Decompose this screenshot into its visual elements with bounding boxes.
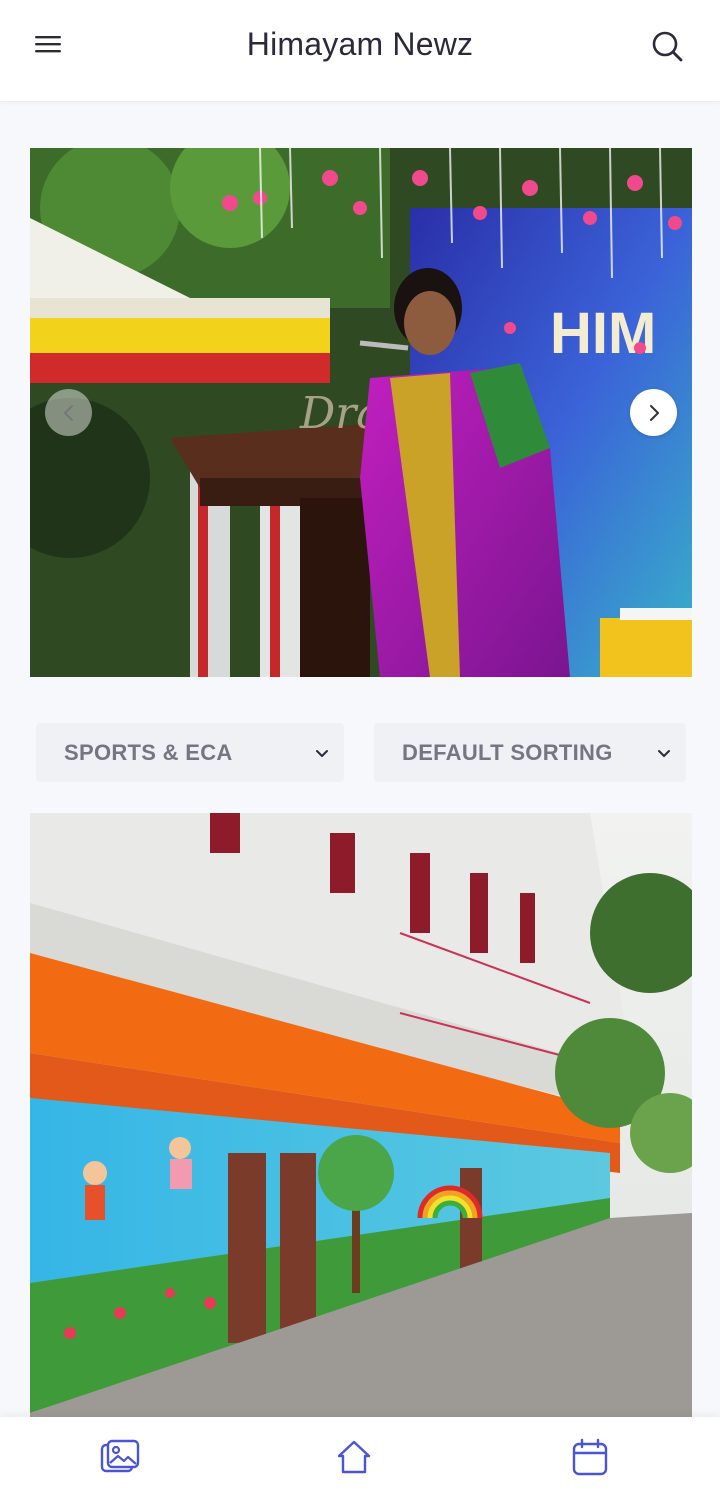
chevron-down-icon	[316, 750, 328, 757]
sorting-select-value: DEFAULT SORTING	[402, 740, 613, 765]
calendar-icon	[572, 1438, 608, 1476]
home-icon	[337, 1440, 371, 1474]
post-image	[30, 813, 692, 1433]
search-icon	[652, 31, 683, 62]
nav-calendar-button[interactable]	[568, 1435, 612, 1479]
hero-slider[interactable]: HIM Drays	[30, 148, 692, 677]
svg-text:HIM: HIM	[550, 301, 656, 366]
slider-prev-button[interactable]	[45, 389, 92, 436]
app-title: Himayam Newz	[246, 26, 474, 62]
chevron-down-icon	[658, 750, 670, 757]
nav-home-button[interactable]	[332, 1435, 376, 1479]
app-root: Himayam Newz HIM Drays SPORTS & ECA DEFA…	[0, 0, 720, 1495]
category-select[interactable]: SPORTS & ECA	[36, 723, 344, 782]
sorting-select[interactable]: DEFAULT SORTING	[374, 723, 686, 782]
app-header: Himayam Newz	[0, 0, 720, 102]
bottom-navigation	[0, 1417, 720, 1495]
hero-slide-image: HIM Drays	[30, 148, 692, 677]
post-card-image[interactable]	[30, 813, 692, 1433]
category-select-value: SPORTS & ECA	[64, 740, 233, 765]
slider-next-button[interactable]	[630, 389, 677, 436]
nav-gallery-button[interactable]	[98, 1435, 142, 1479]
chevron-right-icon	[649, 404, 659, 421]
search-button[interactable]	[648, 27, 686, 65]
gallery-icon	[100, 1439, 140, 1473]
chevron-left-icon	[63, 404, 73, 421]
